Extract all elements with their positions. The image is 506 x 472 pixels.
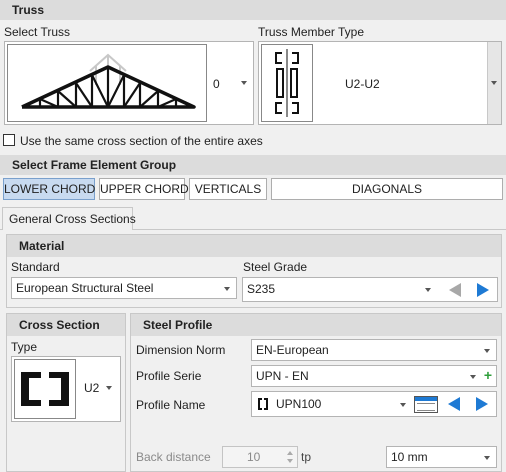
profile-table-icon[interactable] — [414, 396, 438, 413]
tab-label: General Cross Sections — [9, 212, 136, 226]
same-section-label: Use the same cross section of the entire… — [20, 134, 263, 148]
table-grid-lines — [417, 403, 435, 411]
dimension-norm-value: EN-European — [256, 343, 329, 357]
steel-profile-header: Steel Profile — [131, 314, 501, 336]
dimension-norm-select[interactable]: EN-European — [251, 339, 497, 361]
steel-profile-title: Steel Profile — [143, 318, 213, 332]
chevron-down-icon — [400, 403, 406, 407]
back-distance-unit-select[interactable]: 10 mm — [386, 446, 497, 468]
back-distance-value: 10 — [247, 450, 261, 464]
chevron-down-icon — [106, 386, 112, 390]
upper-chord-button[interactable]: UPPER CHORD — [99, 178, 189, 200]
next-profile-icon[interactable] — [476, 397, 488, 411]
profile-serie-select[interactable]: UPN - EN + — [251, 365, 497, 387]
previous-profile-icon[interactable] — [448, 397, 460, 411]
tab-general-cross-sections[interactable]: General Cross Sections — [2, 207, 136, 230]
steel-grade-select[interactable]: S235 — [242, 277, 498, 302]
back-distance-label: Back distance — [136, 450, 211, 464]
cross-section-title: Cross Section — [19, 318, 100, 332]
spin-up-icon[interactable] — [287, 451, 293, 455]
select-truss-value: 0 — [213, 77, 220, 91]
profile-serie-value: UPN - EN — [256, 369, 309, 383]
chevron-down-icon — [224, 287, 230, 291]
member-type-label: Truss Member Type — [258, 25, 365, 39]
member-type-preview — [261, 44, 313, 122]
u2-section-icon — [21, 372, 69, 406]
frame-group-title: Select Frame Element Group — [12, 158, 177, 172]
type-label: Type — [11, 340, 38, 354]
section-type-combo[interactable]: U2 — [11, 356, 121, 422]
truss-title: Truss — [12, 3, 45, 17]
truss-drawing-icon — [21, 53, 196, 109]
material-title: Material — [19, 239, 65, 253]
section-type-preview — [14, 359, 76, 419]
material-header: Material — [7, 235, 501, 257]
lower-chord-button[interactable]: LOWER CHORD — [3, 178, 95, 200]
next-grade-icon[interactable] — [477, 283, 489, 297]
back-distance-input[interactable]: 10 — [222, 446, 298, 468]
dimension-norm-label: Dimension Norm — [136, 343, 226, 357]
member-type-dropdown-button[interactable] — [487, 42, 501, 124]
back-distance-select-value: 10 mm — [391, 450, 428, 464]
cross-section-header: Cross Section — [7, 314, 125, 336]
same-section-checkbox[interactable] — [3, 134, 15, 146]
section-type-value: U2 — [84, 381, 100, 395]
chevron-down-icon — [484, 349, 490, 353]
profile-name-label: Profile Name — [136, 398, 206, 412]
member-type-combo[interactable]: U2-U2 — [258, 41, 502, 125]
back-distance-unit: tp — [301, 450, 312, 464]
truss-preview-image — [7, 44, 207, 122]
spin-down-icon[interactable] — [287, 459, 293, 463]
standard-select[interactable]: European Structural Steel — [11, 277, 237, 299]
add-icon[interactable]: + — [484, 366, 492, 385]
steel-grade-value: S235 — [247, 282, 276, 296]
truss-header: Truss — [0, 0, 506, 20]
frame-group-header: Select Frame Element Group — [0, 155, 506, 175]
steel-grade-label: Steel Grade — [243, 260, 308, 274]
verticals-button[interactable]: VERTICALS — [189, 178, 267, 200]
chevron-down-icon — [425, 288, 431, 292]
standard-label: Standard — [11, 260, 60, 274]
previous-grade-icon[interactable] — [449, 283, 461, 297]
select-truss-label: Select Truss — [4, 25, 71, 39]
chevron-down-icon — [470, 375, 476, 379]
profile-name-value: UPN100 — [276, 397, 322, 411]
standard-value: European Structural Steel — [16, 281, 154, 295]
channel-profile-icon — [258, 398, 268, 410]
chevron-down-icon — [484, 456, 490, 460]
table-header-bar — [415, 397, 437, 401]
profile-serie-label: Profile Serie — [136, 369, 202, 383]
profile-name-select[interactable]: UPN100 — [251, 391, 497, 417]
double-channel-member-icon — [275, 49, 299, 117]
member-type-value: U2-U2 — [345, 77, 380, 91]
chevron-down-icon[interactable] — [241, 81, 247, 85]
select-truss-combo[interactable]: 0 — [4, 41, 254, 125]
diagonals-button[interactable]: DIAGONALS — [271, 178, 503, 200]
chevron-down-icon — [491, 81, 497, 85]
